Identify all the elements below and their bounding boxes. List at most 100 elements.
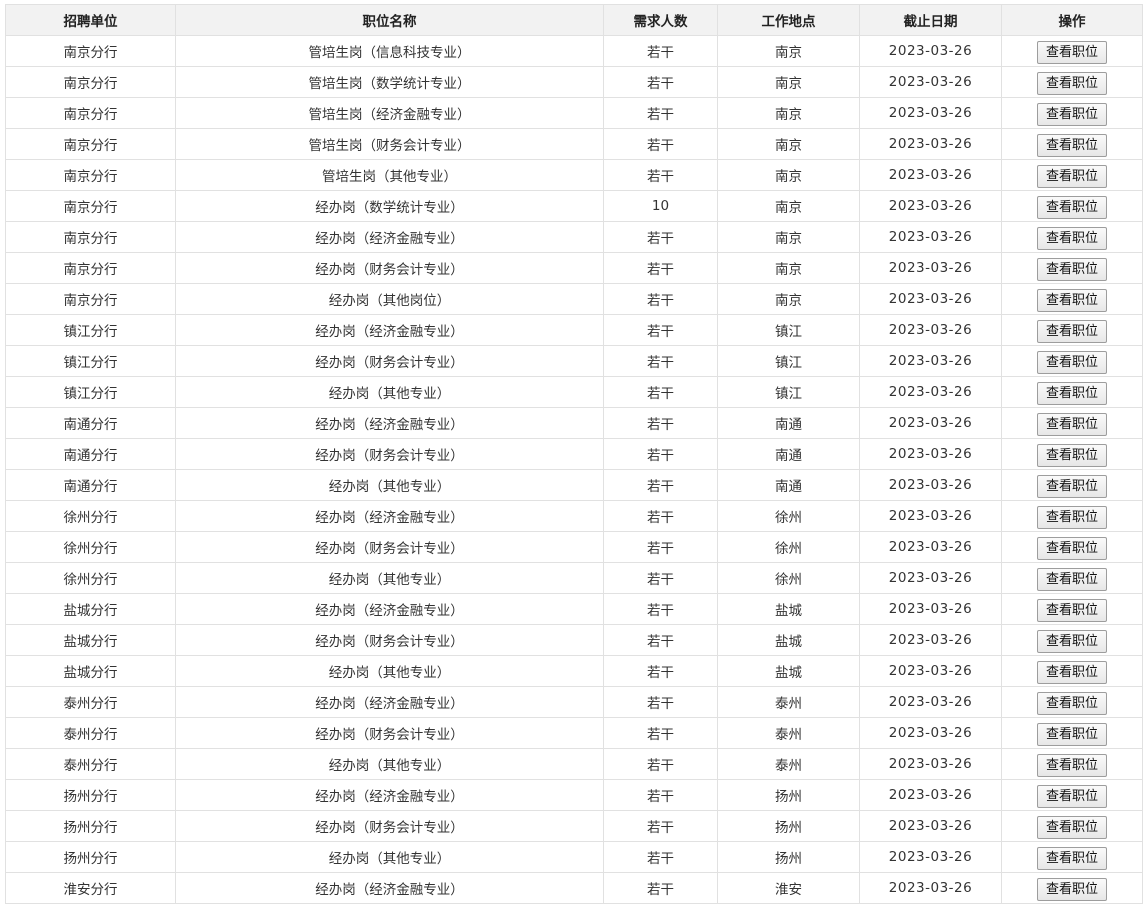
cell-position: 经办岗（经济金融专业） [175, 872, 604, 904]
cell-deadline: 2023-03-26 [859, 872, 1002, 904]
cell-count: 若干 [603, 500, 718, 532]
cell-count: 若干 [603, 376, 718, 408]
view-position-button[interactable]: 查看职位 [1036, 567, 1107, 591]
table-row: 南京分行 经办岗（经济金融专业） 若干 南京 2023-03-26 查看职位 [5, 221, 1143, 253]
view-position-button[interactable]: 查看职位 [1036, 133, 1107, 157]
cell-unit: 泰州分行 [5, 748, 176, 780]
cell-action: 查看职位 [1001, 624, 1143, 656]
cell-position: 经办岗（财务会计专业） [175, 345, 604, 377]
cell-location: 徐州 [717, 562, 860, 594]
cell-position: 经办岗（数学统计专业） [175, 190, 604, 222]
table-row: 南通分行 经办岗（经济金融专业） 若干 南通 2023-03-26 查看职位 [5, 407, 1143, 439]
cell-position: 经办岗（经济金融专业） [175, 500, 604, 532]
cell-unit: 南京分行 [5, 252, 176, 284]
view-position-button[interactable]: 查看职位 [1036, 784, 1107, 808]
cell-action: 查看职位 [1001, 655, 1143, 687]
view-position-button[interactable]: 查看职位 [1036, 629, 1107, 653]
cell-action: 查看职位 [1001, 500, 1143, 532]
view-position-button[interactable]: 查看职位 [1036, 412, 1107, 436]
cell-deadline: 2023-03-26 [859, 376, 1002, 408]
view-position-button[interactable]: 查看职位 [1036, 474, 1107, 498]
view-position-button[interactable]: 查看职位 [1036, 660, 1107, 684]
cell-action: 查看职位 [1001, 345, 1143, 377]
cell-position: 管培生岗（其他专业） [175, 159, 604, 191]
view-position-button[interactable]: 查看职位 [1036, 815, 1107, 839]
header-action: 操作 [1001, 4, 1143, 36]
table-row: 南通分行 经办岗（财务会计专业） 若干 南通 2023-03-26 查看职位 [5, 438, 1143, 470]
cell-location: 扬州 [717, 810, 860, 842]
cell-location: 南京 [717, 66, 860, 98]
cell-count: 若干 [603, 841, 718, 873]
cell-deadline: 2023-03-26 [859, 35, 1002, 67]
cell-action: 查看职位 [1001, 35, 1143, 67]
cell-deadline: 2023-03-26 [859, 438, 1002, 470]
cell-action: 查看职位 [1001, 562, 1143, 594]
cell-location: 徐州 [717, 531, 860, 563]
cell-action: 查看职位 [1001, 128, 1143, 160]
view-position-button[interactable]: 查看职位 [1036, 195, 1107, 219]
cell-location: 扬州 [717, 841, 860, 873]
view-position-button[interactable]: 查看职位 [1036, 846, 1107, 870]
view-position-button[interactable]: 查看职位 [1036, 877, 1107, 901]
view-position-button[interactable]: 查看职位 [1036, 319, 1107, 343]
cell-location: 镇江 [717, 345, 860, 377]
view-position-button[interactable]: 查看职位 [1036, 536, 1107, 560]
cell-location: 盐城 [717, 593, 860, 625]
cell-deadline: 2023-03-26 [859, 221, 1002, 253]
view-position-button[interactable]: 查看职位 [1036, 443, 1107, 467]
cell-unit: 南京分行 [5, 221, 176, 253]
cell-count: 若干 [603, 283, 718, 315]
cell-count: 若干 [603, 314, 718, 346]
cell-deadline: 2023-03-26 [859, 655, 1002, 687]
cell-location: 扬州 [717, 779, 860, 811]
view-position-button[interactable]: 查看职位 [1036, 71, 1107, 95]
view-position-button[interactable]: 查看职位 [1036, 288, 1107, 312]
cell-position: 经办岗（财务会计专业） [175, 810, 604, 842]
header-location: 工作地点 [717, 4, 860, 36]
cell-location: 盐城 [717, 655, 860, 687]
view-position-button[interactable]: 查看职位 [1036, 505, 1107, 529]
view-position-button[interactable]: 查看职位 [1036, 164, 1107, 188]
cell-unit: 徐州分行 [5, 531, 176, 563]
cell-position: 经办岗（其他专业） [175, 562, 604, 594]
header-deadline: 截止日期 [859, 4, 1002, 36]
cell-action: 查看职位 [1001, 252, 1143, 284]
cell-count: 若干 [603, 252, 718, 284]
cell-location: 南通 [717, 438, 860, 470]
view-position-button[interactable]: 查看职位 [1036, 691, 1107, 715]
view-position-button[interactable]: 查看职位 [1036, 753, 1107, 777]
cell-location: 镇江 [717, 314, 860, 346]
view-position-button[interactable]: 查看职位 [1036, 381, 1107, 405]
cell-action: 查看职位 [1001, 376, 1143, 408]
cell-unit: 南京分行 [5, 190, 176, 222]
view-position-button[interactable]: 查看职位 [1036, 40, 1107, 64]
cell-unit: 镇江分行 [5, 345, 176, 377]
cell-unit: 扬州分行 [5, 810, 176, 842]
cell-count: 若干 [603, 35, 718, 67]
cell-count: 若干 [603, 779, 718, 811]
cell-deadline: 2023-03-26 [859, 810, 1002, 842]
table-row: 徐州分行 经办岗（其他专业） 若干 徐州 2023-03-26 查看职位 [5, 562, 1143, 594]
cell-count: 若干 [603, 128, 718, 160]
cell-action: 查看职位 [1001, 407, 1143, 439]
cell-action: 查看职位 [1001, 314, 1143, 346]
cell-action: 查看职位 [1001, 810, 1143, 842]
cell-action: 查看职位 [1001, 531, 1143, 563]
cell-deadline: 2023-03-26 [859, 159, 1002, 191]
view-position-button[interactable]: 查看职位 [1036, 102, 1107, 126]
cell-position: 经办岗（其他专业） [175, 655, 604, 687]
view-position-button[interactable]: 查看职位 [1036, 226, 1107, 250]
view-position-button[interactable]: 查看职位 [1036, 722, 1107, 746]
table-row: 南京分行 管培生岗（数学统计专业） 若干 南京 2023-03-26 查看职位 [5, 66, 1143, 98]
cell-position: 管培生岗（数学统计专业） [175, 66, 604, 98]
view-position-button[interactable]: 查看职位 [1036, 598, 1107, 622]
view-position-button[interactable]: 查看职位 [1036, 257, 1107, 281]
cell-location: 泰州 [717, 748, 860, 780]
cell-action: 查看职位 [1001, 438, 1143, 470]
table-header: 招聘单位 职位名称 需求人数 工作地点 截止日期 操作 [5, 4, 1143, 36]
cell-deadline: 2023-03-26 [859, 562, 1002, 594]
cell-unit: 扬州分行 [5, 779, 176, 811]
view-position-button[interactable]: 查看职位 [1036, 350, 1107, 374]
cell-deadline: 2023-03-26 [859, 407, 1002, 439]
cell-action: 查看职位 [1001, 190, 1143, 222]
